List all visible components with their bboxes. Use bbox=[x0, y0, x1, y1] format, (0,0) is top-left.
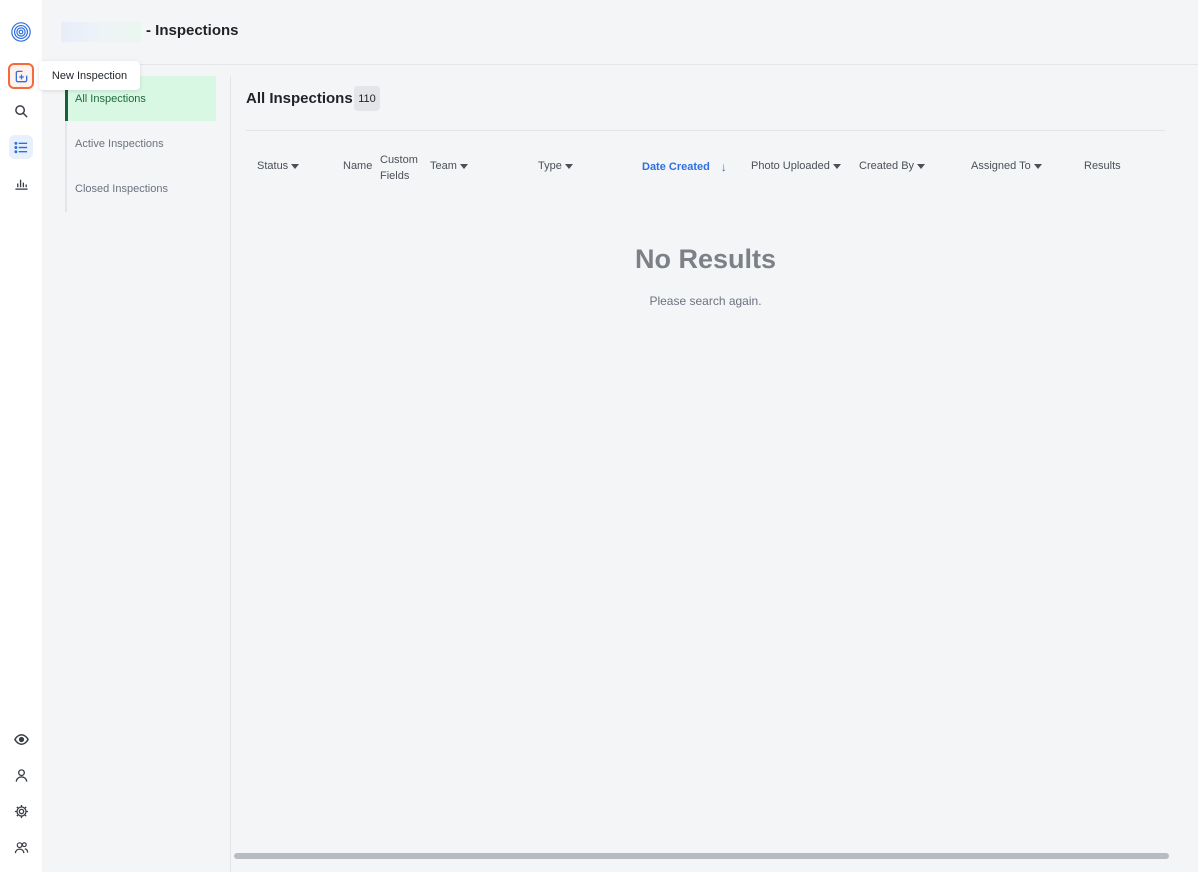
new-inspection-tooltip: New Inspection bbox=[39, 61, 140, 90]
column-label: Date Created bbox=[642, 161, 710, 173]
team-icon[interactable] bbox=[9, 835, 33, 859]
empty-state-message: Please search again. bbox=[649, 294, 762, 308]
list-icon[interactable] bbox=[9, 135, 33, 159]
subnav-item-closed-inspections[interactable]: Closed Inspections bbox=[65, 166, 216, 211]
inspections-subnav: All Inspections Active Inspections Close… bbox=[65, 76, 216, 211]
sort-descending-icon: ↓ bbox=[720, 160, 727, 174]
column-header-custom-fields[interactable]: Custom Fields bbox=[380, 152, 424, 184]
column-header-results[interactable]: Results bbox=[1084, 160, 1121, 172]
column-header-date-created[interactable]: Date Created ↓ bbox=[642, 160, 727, 174]
column-label: Team bbox=[430, 160, 457, 172]
section-title: All Inspections bbox=[246, 90, 353, 107]
column-header-created-by[interactable]: Created By bbox=[859, 160, 926, 172]
eye-icon[interactable] bbox=[9, 727, 33, 751]
caret-down-icon bbox=[459, 163, 468, 169]
page-header: - Inspections bbox=[42, 0, 1198, 65]
search-icon[interactable] bbox=[9, 99, 33, 123]
chart-icon[interactable] bbox=[9, 171, 33, 195]
column-header-type[interactable]: Type bbox=[538, 160, 573, 172]
caret-down-icon bbox=[1033, 163, 1042, 169]
content-divider bbox=[230, 76, 231, 872]
column-label: Assigned To bbox=[971, 160, 1031, 172]
count-badge: 110 bbox=[354, 86, 380, 111]
empty-state-title: No Results bbox=[634, 244, 777, 274]
column-label: Type bbox=[538, 160, 562, 172]
column-label: Photo Uploaded bbox=[751, 160, 830, 172]
caret-down-icon bbox=[291, 163, 300, 169]
caret-down-icon bbox=[832, 163, 841, 169]
column-label: Status bbox=[257, 160, 289, 172]
user-icon[interactable] bbox=[9, 763, 33, 787]
column-label: Results bbox=[1084, 160, 1121, 172]
gear-icon[interactable] bbox=[9, 799, 33, 823]
column-header-name[interactable]: Name bbox=[343, 160, 372, 172]
new-inspection-icon[interactable] bbox=[8, 63, 34, 89]
icon-rail bbox=[0, 0, 42, 872]
column-header-photo-uploaded[interactable]: Photo Uploaded bbox=[751, 160, 841, 172]
column-label: Name bbox=[343, 160, 373, 172]
logo-icon[interactable] bbox=[9, 20, 33, 44]
subnav-item-active-inspections[interactable]: Active Inspections bbox=[65, 121, 216, 166]
column-header-assigned-to[interactable]: Assigned To bbox=[971, 160, 1042, 172]
organization-name-redacted bbox=[61, 22, 141, 42]
caret-down-icon bbox=[564, 163, 573, 169]
caret-down-icon bbox=[917, 163, 926, 169]
header-separator bbox=[246, 130, 1165, 131]
column-header-status[interactable]: Status bbox=[257, 160, 300, 172]
horizontal-scrollbar[interactable] bbox=[234, 853, 1169, 859]
column-header-team[interactable]: Team bbox=[430, 160, 468, 172]
column-label: Created By bbox=[859, 160, 915, 172]
page-title: - Inspections bbox=[146, 22, 239, 39]
